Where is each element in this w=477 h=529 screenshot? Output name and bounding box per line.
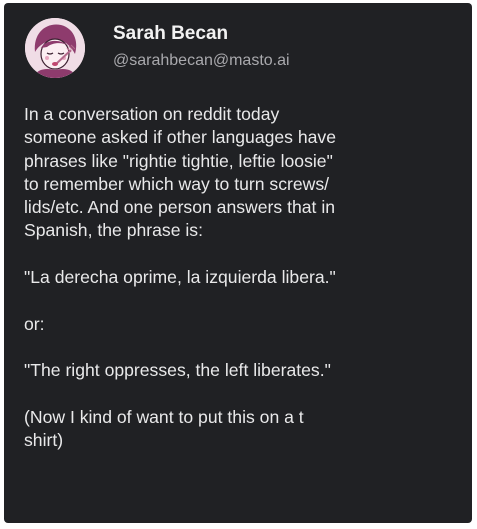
post-body: In a conversation on reddit today someon…: [24, 103, 464, 476]
author-display-name[interactable]: Sarah Becan: [113, 23, 228, 45]
post-paragraph: (Now I kind of want to put this on a t s…: [24, 406, 304, 451]
author-handle[interactable]: @sarahbecan@masto.ai: [113, 52, 290, 70]
post-paragraph: "The right oppresses, the left liberates…: [24, 360, 331, 381]
illustrated-avatar-icon: [25, 18, 85, 78]
post-card: Sarah Becan @sarahbecan@masto.ai In a co…: [4, 3, 472, 523]
post-paragraph: "La derecha oprime, la izquierda libera.…: [24, 267, 336, 288]
post-paragraph: or:: [24, 313, 45, 334]
post-paragraph: In a conversation on reddit today someon…: [24, 104, 337, 241]
avatar[interactable]: [25, 18, 85, 78]
